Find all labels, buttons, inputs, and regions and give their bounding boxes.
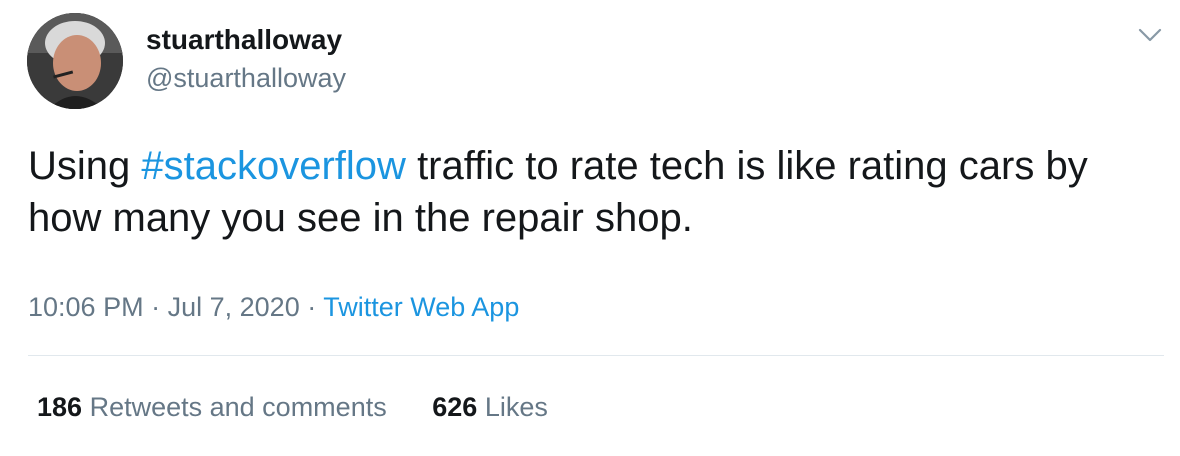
hashtag-link[interactable]: #stackoverflow xyxy=(141,144,406,188)
tweet-time[interactable]: 10:06 PM xyxy=(28,292,144,322)
tweet-meta: 10:06 PM · Jul 7, 2020 · Twitter Web App xyxy=(28,290,519,324)
divider xyxy=(28,355,1164,356)
meta-separator: · xyxy=(307,292,317,322)
retweets-stat[interactable]: 186 Retweets and comments xyxy=(37,390,387,424)
tweet-stats: 186 Retweets and comments 626 Likes xyxy=(37,390,548,424)
user-handle[interactable]: @stuarthalloway xyxy=(146,62,346,94)
meta-separator: · xyxy=(151,292,161,322)
avatar[interactable] xyxy=(27,13,123,109)
likes-stat[interactable]: 626 Likes xyxy=(432,390,548,424)
tweet-source-link[interactable]: Twitter Web App xyxy=(323,292,519,322)
retweets-label: Retweets and comments xyxy=(89,392,387,422)
retweets-count: 186 xyxy=(37,392,83,422)
likes-count: 626 xyxy=(432,392,478,422)
tweet-text: Using #stackoverflow traffic to rate tec… xyxy=(28,140,1168,244)
chevron-down-icon[interactable] xyxy=(1136,24,1164,46)
display-name[interactable]: stuarthalloway xyxy=(146,24,342,56)
tweet-text-start: Using xyxy=(28,144,142,188)
likes-label: Likes xyxy=(484,392,548,422)
avatar-image xyxy=(27,13,123,109)
tweet-date[interactable]: Jul 7, 2020 xyxy=(168,292,300,322)
